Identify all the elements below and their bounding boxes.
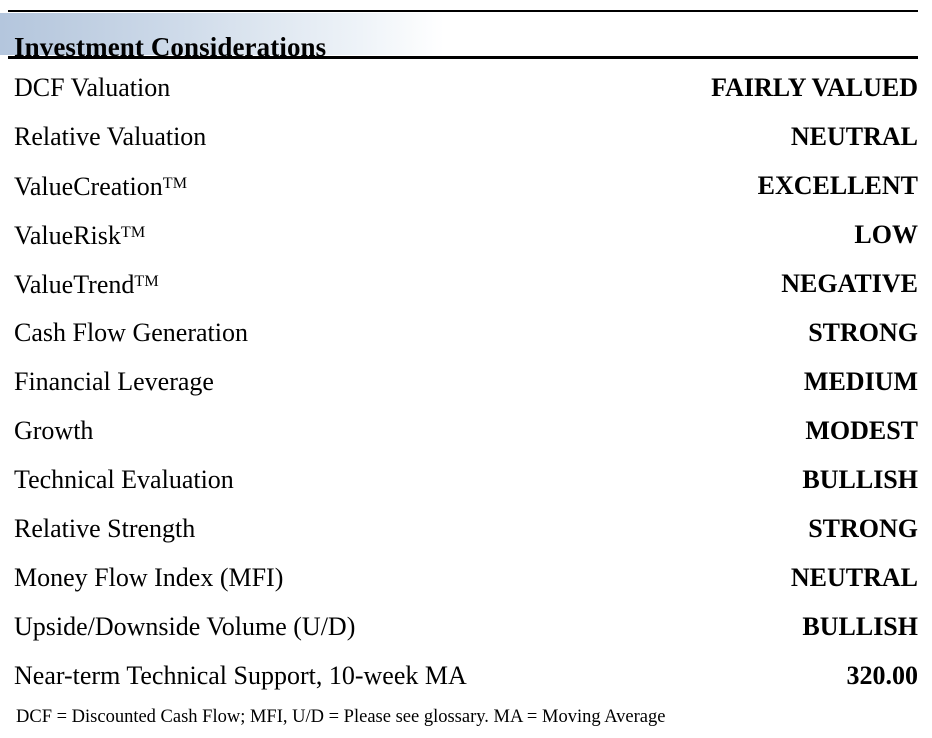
- trademark-symbol: TM: [134, 273, 159, 291]
- row-value: STRONG: [808, 513, 918, 543]
- panel-top-rule: [8, 10, 918, 12]
- row-value: MEDIUM: [803, 366, 918, 396]
- table-row: Upside/Downside Volume (U/D) BULLISH: [0, 602, 932, 651]
- row-value: 320.00: [846, 660, 919, 690]
- row-label: Financial Leverage: [14, 366, 214, 396]
- table-row: ValueTrendTM NEGATIVE: [0, 259, 932, 308]
- trademark-symbol: TM: [120, 224, 146, 242]
- table-row: Technical Evaluation BULLISH: [0, 455, 932, 504]
- row-label: Near-term Technical Support, 10-week MA: [14, 660, 467, 690]
- row-value: BULLISH: [802, 611, 918, 641]
- row-label: ValueTrendTM: [14, 269, 159, 299]
- row-value: NEGATIVE: [781, 268, 918, 298]
- trademark-symbol: TM: [162, 175, 188, 193]
- table-row: Relative Valuation NEUTRAL: [0, 112, 932, 161]
- row-label: Growth: [14, 415, 94, 445]
- panel-header-bottom-rule: [8, 56, 918, 59]
- investment-considerations-panel: Investment Considerations DCF Valuation F…: [0, 0, 932, 738]
- row-value: BULLISH: [802, 464, 918, 494]
- row-value: NEUTRAL: [790, 562, 918, 592]
- row-label: Relative Strength: [14, 513, 196, 543]
- considerations-table: DCF Valuation FAIRLY VALUED Relative Valua…: [0, 63, 932, 700]
- row-label: ValueRiskTM: [14, 220, 146, 250]
- table-row: Cash Flow Generation STRONG: [0, 308, 932, 357]
- row-value: LOW: [854, 219, 918, 249]
- table-row: Relative Strength STRONG: [0, 504, 932, 553]
- row-label: Money Flow Index (MFI): [14, 562, 284, 592]
- row-label: Upside/Downside Volume (U/D): [14, 611, 356, 641]
- panel-header-band: Investment Considerations: [0, 13, 932, 62]
- row-value: EXCELLENT: [757, 170, 918, 200]
- table-row: DCF Valuation FAIRLY VALUED: [0, 63, 932, 112]
- row-value: NEUTRAL: [790, 121, 918, 151]
- row-value: STRONG: [808, 317, 918, 347]
- row-label: ValueCreationTM: [14, 171, 188, 201]
- footnote: DCF = Discounted Cash Flow; MFI, U/D = P…: [16, 707, 666, 727]
- row-label: Relative Valuation: [14, 121, 207, 151]
- table-row: Money Flow Index (MFI) NEUTRAL: [0, 553, 932, 602]
- row-value: MODEST: [805, 415, 918, 445]
- row-value: FAIRLY VALUED: [711, 72, 918, 102]
- row-label: Technical Evaluation: [14, 464, 234, 494]
- table-row: Growth MODEST: [0, 406, 932, 455]
- table-row: ValueCreationTM EXCELLENT: [0, 161, 932, 210]
- table-row: ValueRiskTM LOW: [0, 210, 932, 259]
- row-label: Cash Flow Generation: [14, 317, 248, 347]
- table-row: Financial Leverage MEDIUM: [0, 357, 932, 406]
- page-title: Investment Considerations: [14, 32, 327, 62]
- table-row: Near-term Technical Support, 10-week MA 3…: [0, 651, 932, 700]
- row-label: DCF Valuation: [14, 72, 171, 102]
